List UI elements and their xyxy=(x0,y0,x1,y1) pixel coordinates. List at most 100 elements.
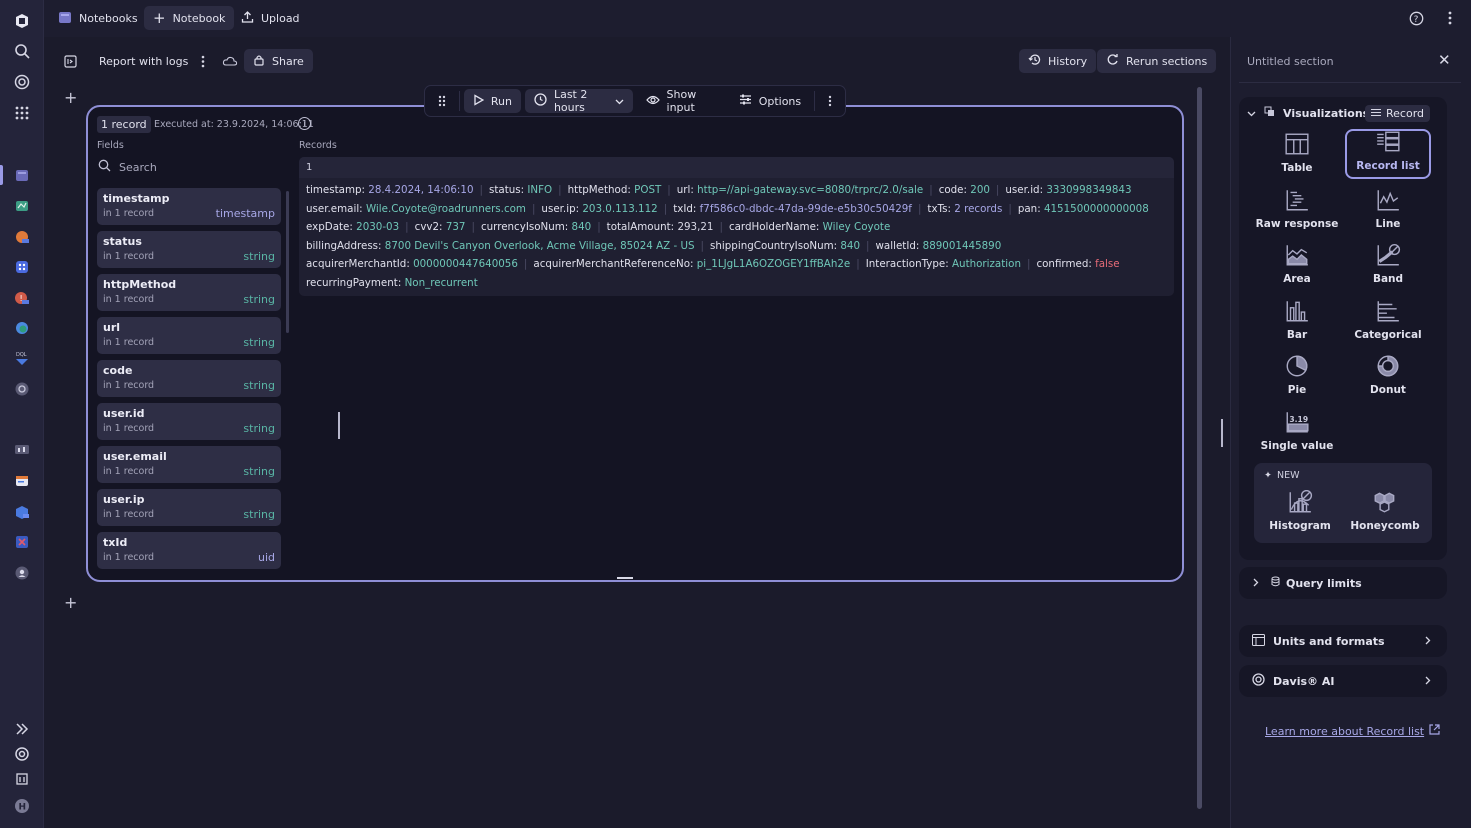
record-value[interactable]: 840 xyxy=(572,221,592,233)
expand-rail-icon[interactable] xyxy=(12,719,32,739)
viz-option-band[interactable]: Band xyxy=(1345,240,1431,290)
learn-more-link[interactable]: Learn more about Record list xyxy=(1265,724,1440,738)
panel-resize-handle[interactable] xyxy=(1221,419,1223,447)
viz-option-table[interactable]: Table xyxy=(1254,129,1340,179)
viz-option-raw-response[interactable]: Raw response xyxy=(1254,185,1340,235)
security-app-icon[interactable] xyxy=(12,532,32,552)
synthetic-app-icon[interactable] xyxy=(12,440,32,460)
add-section-above-icon[interactable]: + xyxy=(64,90,77,106)
more-menu-icon[interactable] xyxy=(1448,11,1452,28)
section-more-icon[interactable] xyxy=(819,89,841,113)
field-item[interactable]: user.ip in 1 record string xyxy=(97,489,281,526)
drag-handle-icon[interactable] xyxy=(429,89,455,113)
close-icon[interactable]: ✕ xyxy=(1438,51,1451,69)
viz-option-single-value[interactable]: 3.19 Single value xyxy=(1254,407,1340,457)
record-value[interactable]: Wiley Coyote xyxy=(823,221,891,233)
viz-option-donut[interactable]: Donut xyxy=(1345,351,1431,401)
record-value[interactable]: false xyxy=(1095,258,1120,270)
whats-new-icon[interactable] xyxy=(12,768,32,788)
show-input-button[interactable]: Show input xyxy=(637,88,726,114)
upload-button[interactable]: Upload xyxy=(232,6,309,30)
record-value[interactable]: POST xyxy=(634,184,661,196)
visualizations-toggle[interactable]: Visualizations xyxy=(1247,106,1369,120)
record-value[interactable]: 889001445890 xyxy=(923,240,1002,252)
notebooks-app-title[interactable]: Notebooks xyxy=(49,6,147,30)
viz-option-area[interactable]: Area xyxy=(1254,240,1340,290)
settings-app-icon[interactable] xyxy=(12,379,32,399)
record-value[interactable]: 28.4.2024, 14:06:10 xyxy=(368,184,473,196)
field-item[interactable]: status in 1 record string xyxy=(97,231,281,268)
record-value[interactable]: f7f586c0-dbdc-47da-99de-e5b30c50429f xyxy=(700,203,912,215)
record-value[interactable]: Non_recurrent xyxy=(405,277,478,289)
record-value[interactable]: 4151500000000008 xyxy=(1044,203,1149,215)
user-management-app-icon[interactable] xyxy=(12,563,32,583)
fields-search-input[interactable]: Search xyxy=(98,159,157,175)
record-value[interactable]: http=//api-gateway.svc=8080/trprc/2.0/sa… xyxy=(697,184,923,196)
viz-option-histogram[interactable]: Histogram xyxy=(1257,487,1343,537)
record-value[interactable]: 2 records xyxy=(954,203,1002,215)
problems-app-icon[interactable]: ! xyxy=(12,287,32,307)
davis-ai-button[interactable]: Davis® AI xyxy=(1239,665,1447,697)
viz-option-line[interactable]: Line xyxy=(1345,185,1431,235)
dashboards-app-icon[interactable] xyxy=(12,196,32,216)
notebook-menu-icon[interactable] xyxy=(201,55,205,71)
davis-ai-icon[interactable] xyxy=(12,72,32,92)
record-value[interactable]: 2030-03 xyxy=(356,221,399,233)
info-icon[interactable]: i xyxy=(298,117,311,130)
search-icon[interactable] xyxy=(12,41,32,61)
record-value[interactable]: 0000000447640056 xyxy=(413,258,518,270)
services-app-icon[interactable] xyxy=(12,257,32,277)
help-support-icon[interactable] xyxy=(12,744,32,764)
run-button[interactable]: Run xyxy=(463,89,521,113)
record-value[interactable]: pi_1LJgL1A6OZOGEY1ffBAh2e xyxy=(697,258,851,270)
record-value[interactable]: 3330998349843 xyxy=(1046,184,1131,196)
field-item[interactable]: httpMethod in 1 record string xyxy=(97,274,281,311)
kubernetes-app-icon[interactable] xyxy=(12,502,32,522)
options-button[interactable]: Options xyxy=(730,89,810,113)
notebooks-app-icon[interactable] xyxy=(12,165,32,185)
logs-app-icon[interactable] xyxy=(12,227,32,247)
timeframe-selector[interactable]: Last 2 hours xyxy=(524,88,633,114)
viz-option-categorical[interactable]: Categorical xyxy=(1345,296,1431,346)
section-resize-handle[interactable] xyxy=(617,577,633,579)
record-value[interactable]: 200 xyxy=(970,184,990,196)
resize-handle[interactable] xyxy=(338,412,340,439)
field-item[interactable]: txId in 1 record uid xyxy=(97,532,281,569)
rerun-sections-button[interactable]: Rerun sections xyxy=(1097,49,1217,73)
record-value[interactable]: 203.0.113.112 xyxy=(582,203,657,215)
infrastructure-app-icon[interactable] xyxy=(12,318,32,338)
field-item[interactable]: user.id in 1 record string xyxy=(97,403,281,440)
notebook-title[interactable]: Report with logs xyxy=(99,55,188,68)
units-and-formats-button[interactable]: Units and formats xyxy=(1239,625,1447,657)
history-button[interactable]: History xyxy=(1019,49,1097,73)
record-value[interactable]: 293,21 xyxy=(677,221,713,233)
record-value[interactable]: 840 xyxy=(840,240,860,252)
viz-option-honeycomb[interactable]: Honeycomb xyxy=(1342,487,1428,537)
user-avatar[interactable]: H xyxy=(12,796,32,816)
share-button[interactable]: Share xyxy=(244,49,313,73)
toggle-outline-icon[interactable] xyxy=(64,55,77,71)
record-value[interactable]: Wile.Coyote@roadrunners.com xyxy=(366,203,526,215)
new-notebook-button[interactable]: + Notebook xyxy=(144,6,235,30)
fields-scrollbar[interactable] xyxy=(286,191,289,333)
field-item[interactable]: timestamp in 1 record timestamp xyxy=(97,188,281,225)
viz-option-record-list[interactable]: Record list xyxy=(1345,129,1431,179)
field-item[interactable]: code in 1 record string xyxy=(97,360,281,397)
field-item[interactable]: user.email in 1 record string xyxy=(97,446,281,483)
record-value[interactable]: 737 xyxy=(446,221,466,233)
dql-app-icon[interactable]: DQL xyxy=(12,348,32,368)
workflows-app-icon[interactable] xyxy=(12,471,32,491)
query-section[interactable]: 1 record Executed at: 23.9.2024, 14:06:1… xyxy=(86,105,1184,582)
record-value[interactable]: INFO xyxy=(527,184,552,196)
main-scrollbar[interactable] xyxy=(1197,87,1202,809)
dynatrace-logo-icon[interactable] xyxy=(12,11,32,31)
help-icon[interactable]: ? xyxy=(1409,11,1424,29)
viz-option-pie[interactable]: Pie xyxy=(1254,351,1340,401)
record-value[interactable]: Authorization xyxy=(952,258,1021,270)
viz-option-bar[interactable]: Bar xyxy=(1254,296,1340,346)
field-item[interactable]: url in 1 record string xyxy=(97,317,281,354)
add-section-below-icon[interactable]: + xyxy=(64,595,77,611)
query-limits-toggle[interactable]: Query limits xyxy=(1239,567,1447,599)
record-value[interactable]: 8700 Devil's Canyon Overlook, Acme Villa… xyxy=(385,240,695,252)
apps-grid-icon[interactable] xyxy=(12,103,32,123)
